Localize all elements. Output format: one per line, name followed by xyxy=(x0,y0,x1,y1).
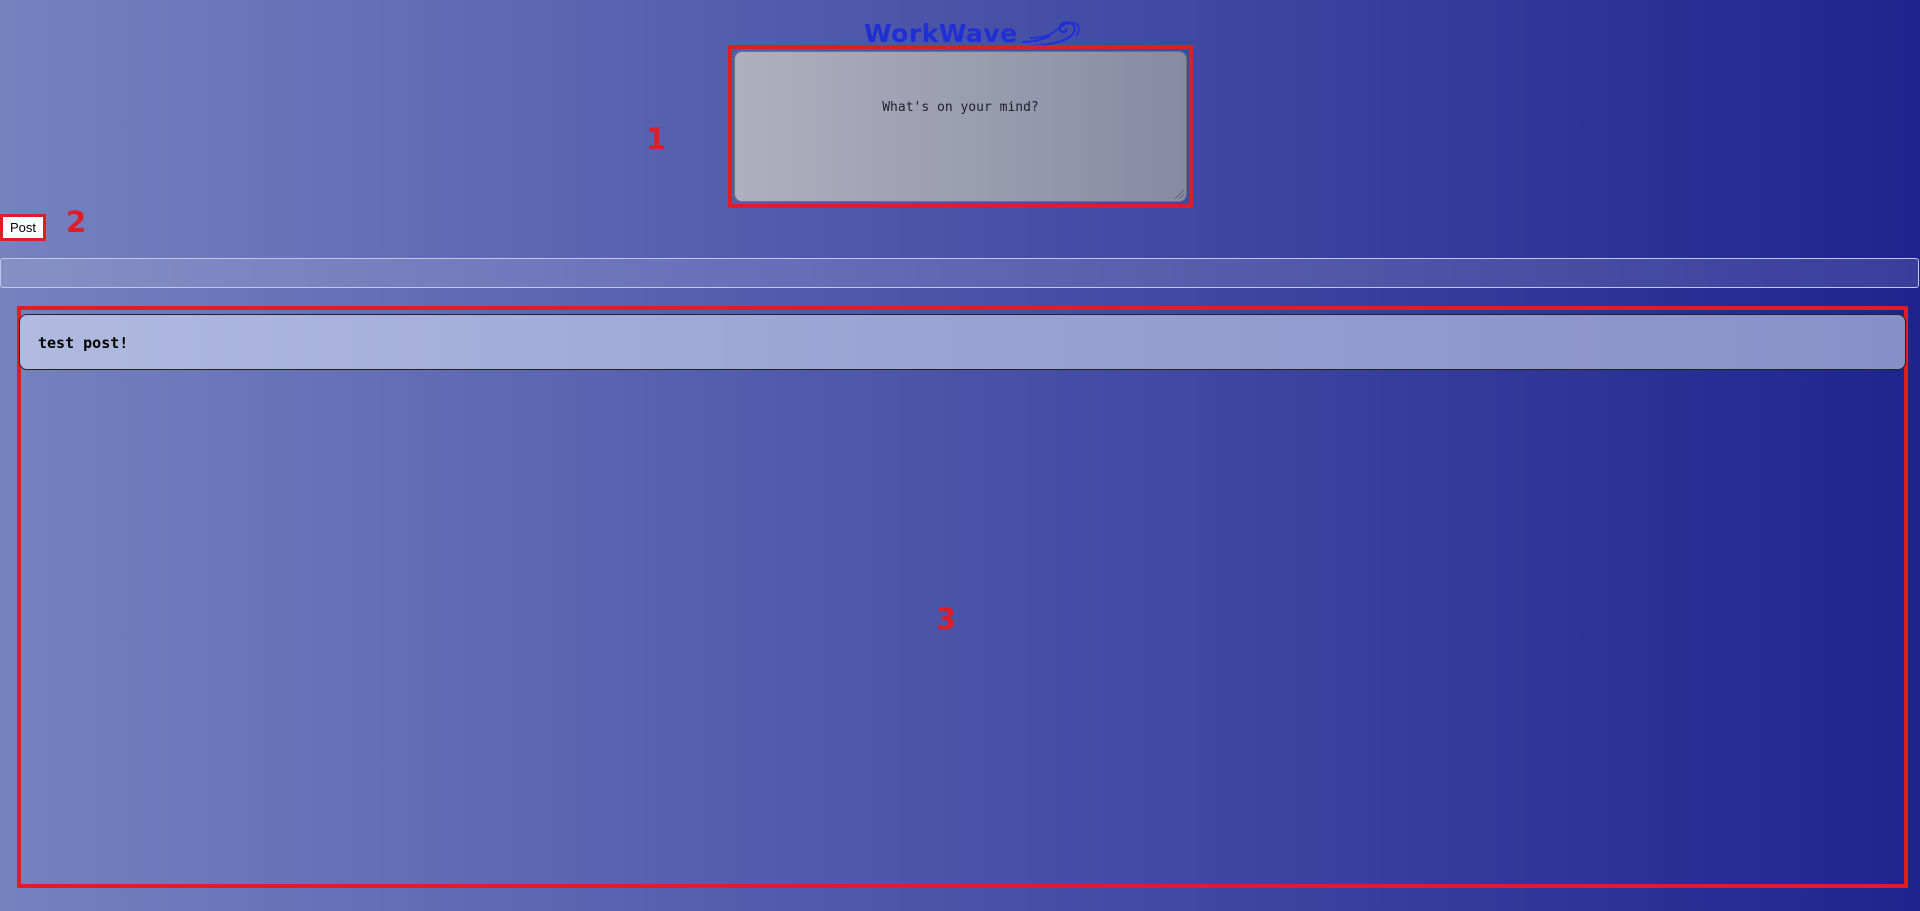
post-card[interactable]: test post! xyxy=(19,314,1906,370)
composer-placeholder: What's on your mind? xyxy=(882,100,1039,115)
feed-area: test post! xyxy=(17,306,1908,888)
post-button[interactable]: Post xyxy=(9,220,36,235)
annotation-label-3: 3 xyxy=(936,602,957,636)
composer-highlight: What's on your mind? xyxy=(728,45,1193,208)
post-button-highlight: Post xyxy=(0,214,46,241)
search-input[interactable] xyxy=(0,258,1919,288)
post-composer-textarea[interactable]: What's on your mind? xyxy=(734,51,1187,202)
annotation-label-2: 2 xyxy=(66,205,87,239)
post-text: test post! xyxy=(38,334,129,352)
resize-grip-icon[interactable] xyxy=(1175,190,1184,199)
annotation-label-1: 1 xyxy=(646,122,667,156)
